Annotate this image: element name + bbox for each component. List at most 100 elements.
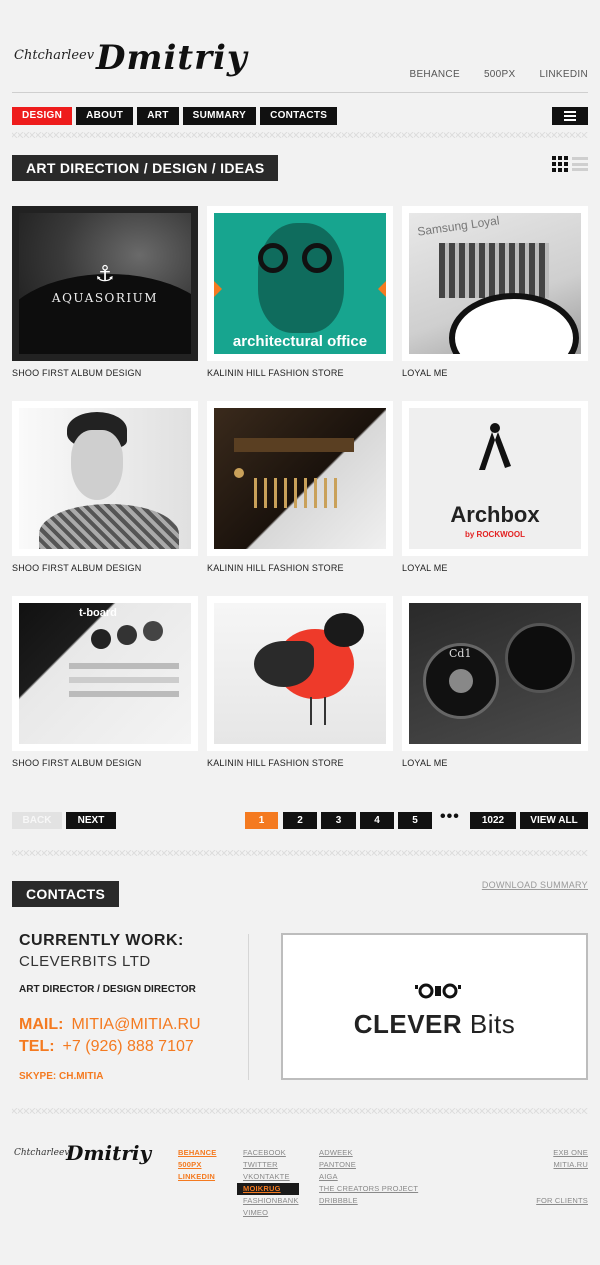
pagination-ellipsis: ••• — [440, 808, 460, 825]
portfolio-tile[interactable] — [12, 401, 198, 556]
contacts-divider — [248, 934, 249, 1080]
portfolio-title: ART DIRECTION / DESIGN / IDEAS — [12, 155, 279, 181]
tile-image — [214, 408, 386, 549]
portfolio-tile[interactable]: architectural office — [207, 206, 393, 361]
header-divider — [12, 92, 588, 93]
portfolio-tile[interactable]: Cd1 — [402, 596, 588, 751]
footer-500px-link[interactable]: 500PX — [178, 1159, 217, 1171]
footer-moikrug-link[interactable]: MOIKRUG — [237, 1183, 299, 1195]
tile-image: ⚓ AQUASORIUM — [19, 213, 191, 354]
list-view-icon[interactable] — [572, 156, 588, 172]
nav-design[interactable]: DESIGN — [12, 107, 73, 125]
tel-label: TEL: — [19, 1038, 55, 1055]
anchor-icon: ⚓ — [95, 261, 115, 286]
portfolio-tile[interactable]: Archbox by ROCKWOOL — [402, 401, 588, 556]
tile-caption[interactable]: SHOO FIRST ALBUM DESIGN — [12, 563, 141, 573]
footer-dribbble-link[interactable]: DRIBBBLE — [319, 1195, 418, 1207]
footer-facebook-link[interactable]: FACEBOOK — [243, 1147, 299, 1159]
footer-pantone-link[interactable]: PANTONE — [319, 1159, 418, 1171]
tel-line: TEL: +7 (926) 888 7107 — [19, 1038, 194, 1056]
footer-vimeo-link[interactable]: VIMEO — [243, 1207, 299, 1219]
tel-value: +7 (926) 888 7107 — [62, 1038, 194, 1055]
nav-about[interactable]: ABOUT — [76, 107, 134, 125]
page-3-button[interactable]: 3 — [321, 812, 356, 829]
view-all-button[interactable]: VIEW ALL — [520, 812, 588, 829]
footer-linkedin-link[interactable]: LINKEDIN — [178, 1171, 217, 1183]
zigzag-divider — [12, 850, 588, 856]
tile-caption[interactable]: KALININ HILL FASHION STORE — [207, 758, 344, 768]
view-toggle — [552, 156, 588, 172]
zigzag-divider — [12, 1108, 588, 1114]
tile-image — [19, 408, 191, 549]
page-5-button[interactable]: 5 — [398, 812, 432, 829]
nav-summary[interactable]: SUMMARY — [182, 107, 257, 125]
mail-link[interactable]: MITIA@MITIA.RU — [71, 1016, 200, 1033]
logo-last-name: Dmitriy — [96, 38, 248, 78]
mail-line: MAIL: MITIA@MITIA.RU — [19, 1016, 201, 1034]
logo-first-name: Chtcharleev — [14, 48, 95, 63]
cleverbits-logo-box[interactable]: CLEVER Bits — [281, 933, 588, 1080]
page-4-button[interactable]: 4 — [360, 812, 394, 829]
contacts-title: CONTACTS — [12, 881, 120, 907]
footer-aiga-link[interactable]: AIGA — [319, 1171, 418, 1183]
mail-label: MAIL: — [19, 1016, 64, 1033]
footer-col-other: EXB ONE MITIA.RU FOR CLIENTS — [536, 1147, 588, 1207]
footer-vkontakte-link[interactable]: VKONTAKTE — [243, 1171, 299, 1183]
portfolio-tile[interactable]: ⚓ AQUASORIUM — [12, 206, 198, 361]
footer-creators-project-link[interactable]: THE CREATORS PROJECT — [319, 1183, 418, 1195]
footer-col-portfolio: BEHANCE 500PX LINKEDIN — [178, 1147, 217, 1183]
footer-col-social: FACEBOOK TWITTER VKONTAKTE MOIKRUG FASHI… — [237, 1147, 299, 1219]
back-button[interactable]: BACK — [12, 812, 62, 829]
footer-adweek-link[interactable]: ADWEEK — [319, 1147, 418, 1159]
tile-image: Samsung Loyal — [409, 213, 581, 354]
tile-caption[interactable]: KALININ HILL FASHION STORE — [207, 563, 344, 573]
company-name: CLEVERBITS LTD — [19, 953, 151, 970]
tile-caption[interactable]: LOYAL ME — [402, 758, 448, 768]
page-1-button[interactable]: 1 — [245, 812, 278, 829]
tile-image — [214, 603, 386, 744]
skype-value: SKYPE: CH.MITIA — [19, 1071, 104, 1082]
zigzag-divider — [12, 132, 588, 138]
nav-art[interactable]: ART — [137, 107, 179, 125]
last-page-button[interactable]: 1022 — [470, 812, 516, 829]
500px-link[interactable]: 500PX — [484, 69, 516, 80]
footer-logo-first-name: Chtcharleev — [14, 1148, 70, 1158]
portfolio-tile[interactable] — [207, 596, 393, 751]
portfolio-tile[interactable] — [207, 401, 393, 556]
portfolio-tile[interactable]: t-board — [12, 596, 198, 751]
page-2-button[interactable]: 2 — [283, 812, 317, 829]
grid-view-icon[interactable] — [552, 156, 568, 172]
footer-logo[interactable]: Chtcharleev Dmitriy — [14, 1140, 151, 1188]
footer-exb-one-link[interactable]: EXB ONE — [536, 1147, 588, 1159]
tile-caption[interactable]: SHOO FIRST ALBUM DESIGN — [12, 368, 141, 378]
compass-icon — [479, 423, 511, 470]
tile-caption[interactable]: LOYAL ME — [402, 368, 448, 378]
download-summary-link[interactable]: DOWNLOAD SUMMARY — [482, 880, 588, 890]
next-button[interactable]: NEXT — [66, 812, 116, 829]
tile-caption[interactable]: LOYAL ME — [402, 563, 448, 573]
footer-col-resources: ADWEEK PANTONE AIGA THE CREATORS PROJECT… — [319, 1147, 418, 1207]
tile-caption[interactable]: KALININ HILL FASHION STORE — [207, 368, 344, 378]
portfolio-tile[interactable]: Samsung Loyal — [402, 206, 588, 361]
footer-logo-last-name: Dmitriy — [66, 1141, 152, 1165]
linkedin-link[interactable]: LINKEDIN — [539, 69, 588, 80]
job-role: ART DIRECTOR / DESIGN DIRECTOR — [19, 984, 196, 995]
footer-for-clients-link[interactable]: FOR CLIENTS — [536, 1195, 588, 1207]
tile-image: architectural office — [214, 213, 386, 354]
nav-contacts[interactable]: CONTACTS — [260, 107, 338, 125]
main-nav: DESIGN ABOUT ART SUMMARY CONTACTS — [12, 107, 338, 125]
behance-link[interactable]: BEHANCE — [409, 69, 459, 80]
hamburger-menu-icon[interactable] — [552, 107, 588, 125]
currently-work-label: CURRENTLY WORK: — [19, 932, 184, 949]
tile-image: Archbox by ROCKWOOL — [409, 408, 581, 549]
footer-mitia-link[interactable]: MITIA.RU — [536, 1159, 588, 1171]
glasses-logo-icon — [415, 983, 461, 999]
footer-twitter-link[interactable]: TWITTER — [243, 1159, 299, 1171]
footer-behance-link[interactable]: BEHANCE — [178, 1147, 217, 1159]
header-social-links: BEHANCE 500PX LINKEDIN — [385, 69, 588, 80]
site-logo[interactable]: Chtcharleev Dmitriy — [14, 38, 247, 96]
cleverbits-wordmark: CLEVER Bits — [353, 1009, 516, 1039]
footer-fashionbank-link[interactable]: FASHIONBANK — [243, 1195, 299, 1207]
tile-caption[interactable]: SHOO FIRST ALBUM DESIGN — [12, 758, 141, 768]
tile-image: t-board — [19, 603, 191, 744]
